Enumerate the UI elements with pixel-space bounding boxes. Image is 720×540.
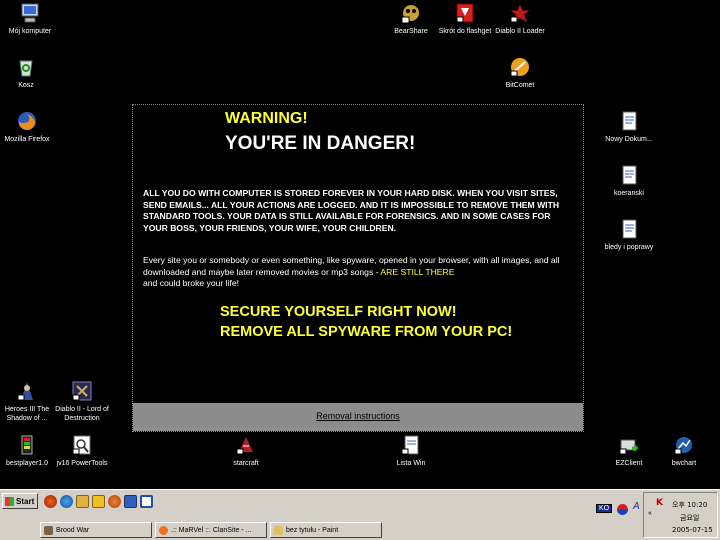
desktop-icon-bledy[interactable]: bledy i poprawy xyxy=(599,218,659,252)
bearshare-icon xyxy=(400,2,422,24)
warning-body-bold: ALL YOU DO WITH COMPUTER IS STORED FOREV… xyxy=(143,188,560,233)
desktop-icon-flashget[interactable]: Skrót do flashget xyxy=(435,2,495,36)
taskbar-button-paint[interactable]: bez tytułu - Paint xyxy=(270,522,382,538)
language-indicator[interactable]: KO xyxy=(596,504,613,513)
removal-instructions-link[interactable]: Removal instructions xyxy=(316,411,400,421)
desktop-icon-diablo-loader[interactable]: Diablo II Loader xyxy=(490,2,550,36)
firefox-icon xyxy=(16,110,38,132)
starcraft-icon xyxy=(235,434,257,456)
quicklaunch-window-icon[interactable] xyxy=(140,495,153,508)
diablo-lod-icon xyxy=(71,380,93,402)
warning-body-text: Every site you or somebody or even somet… xyxy=(143,255,577,290)
clock-day: 금요일 xyxy=(680,514,700,522)
quicklaunch-mozilla-icon[interactable] xyxy=(108,495,121,508)
player-icon xyxy=(16,434,38,456)
document-icon xyxy=(618,164,640,186)
desktop-icon-koeranski[interactable]: koeranski xyxy=(599,164,659,198)
desktop: Mój komputer Kosz Mozilla Firefox BearSh… xyxy=(0,0,720,489)
taskbar-button-brood-war[interactable]: Brood War xyxy=(40,522,152,538)
document-icon xyxy=(618,110,640,132)
document-icon xyxy=(400,434,422,456)
start-button[interactable]: Start xyxy=(2,493,38,509)
ime-mode-indicator[interactable]: A xyxy=(633,501,640,512)
warning-body-tail: and could broke your life! xyxy=(143,278,240,288)
warning-title: WARNING! xyxy=(225,110,308,127)
brood-war-icon xyxy=(44,525,53,535)
desktop-icon-bitcomet[interactable]: BitComet xyxy=(490,56,550,90)
spyware-warning-panel: WARNING! YOU'RE IN DANGER! ALL YOU DO WI… xyxy=(132,104,584,432)
document-icon xyxy=(618,218,640,240)
clock-time[interactable]: 오후 10:20 xyxy=(672,500,707,510)
desktop-icon-bwchart[interactable]: bwchart xyxy=(654,434,714,468)
ezclient-icon xyxy=(618,434,640,456)
desktop-icon-jv16[interactable]: jv16 PowerTools xyxy=(52,434,112,468)
bitcomet-icon xyxy=(509,56,531,78)
warning-cta-line1: SECURE YOURSELF RIGHT NOW! xyxy=(220,304,457,320)
clock-date: 2005-07-15 xyxy=(672,526,713,534)
warning-subtitle: YOU'RE IN DANGER! xyxy=(225,133,416,154)
bwchart-icon xyxy=(673,434,695,456)
desktop-icon-diablo-lod[interactable]: Diablo II - Lord of Destruction xyxy=(52,380,112,423)
warning-body-main: Every site you or somebody or even somet… xyxy=(143,255,560,277)
quicklaunch-folder-icon[interactable] xyxy=(76,495,89,508)
recycle-bin-icon xyxy=(15,56,37,78)
desktop-icon-starcraft[interactable]: starcraft xyxy=(216,434,276,468)
system-tray: K 오후 10:20 금요일 2005-07-15 xyxy=(643,492,718,538)
desktop-icon-bearshare[interactable]: BearShare xyxy=(381,2,441,36)
desktop-icon-lista-win[interactable]: Lista Win xyxy=(381,434,441,468)
warning-cta-line2: REMOVE ALL SPYWARE FROM YOUR PC! xyxy=(220,324,513,340)
flashget-icon xyxy=(454,2,476,24)
desktop-icon-heroes3[interactable]: Heroes III The Shadow of ... xyxy=(0,380,57,423)
desktop-icon-nowy-dokum[interactable]: Nowy Dokum... xyxy=(599,110,659,144)
windows-flag-icon xyxy=(5,496,14,506)
quicklaunch-desktop-icon[interactable] xyxy=(124,495,137,508)
firefox-icon xyxy=(159,525,168,535)
taskbar: Start Brood War .:: MaRVel ::. ClanSite … xyxy=(0,489,720,540)
desktop-icon-moj-komputer[interactable]: Mój komputer xyxy=(0,2,60,36)
desktop-icon-firefox[interactable]: Mozilla Firefox xyxy=(0,110,57,144)
korean-ime-icon[interactable] xyxy=(617,504,628,515)
diablo-icon xyxy=(509,2,531,24)
desktop-icon-bestplayer[interactable]: bestplayer1.0 xyxy=(0,434,57,468)
quicklaunch-edit-icon[interactable] xyxy=(92,495,105,508)
warning-body-highlight: ARE STILL THERE xyxy=(380,266,455,277)
desktop-icon-kosz[interactable]: Kosz xyxy=(0,56,56,90)
quicklaunch-firefox-icon[interactable] xyxy=(44,495,57,508)
k-tray-icon[interactable]: K xyxy=(656,499,664,508)
warning-footer: Removal instructions xyxy=(133,403,583,431)
quicklaunch-ie-icon[interactable] xyxy=(60,495,73,508)
jv16-icon xyxy=(71,434,93,456)
taskbar-button-clansite[interactable]: .:: MaRVel ::. ClanSite - ... xyxy=(155,522,267,538)
paint-icon xyxy=(274,525,283,535)
desktop-icon-ezclient[interactable]: EZClient xyxy=(599,434,659,468)
computer-icon xyxy=(19,2,41,24)
heroes-icon xyxy=(16,380,38,402)
